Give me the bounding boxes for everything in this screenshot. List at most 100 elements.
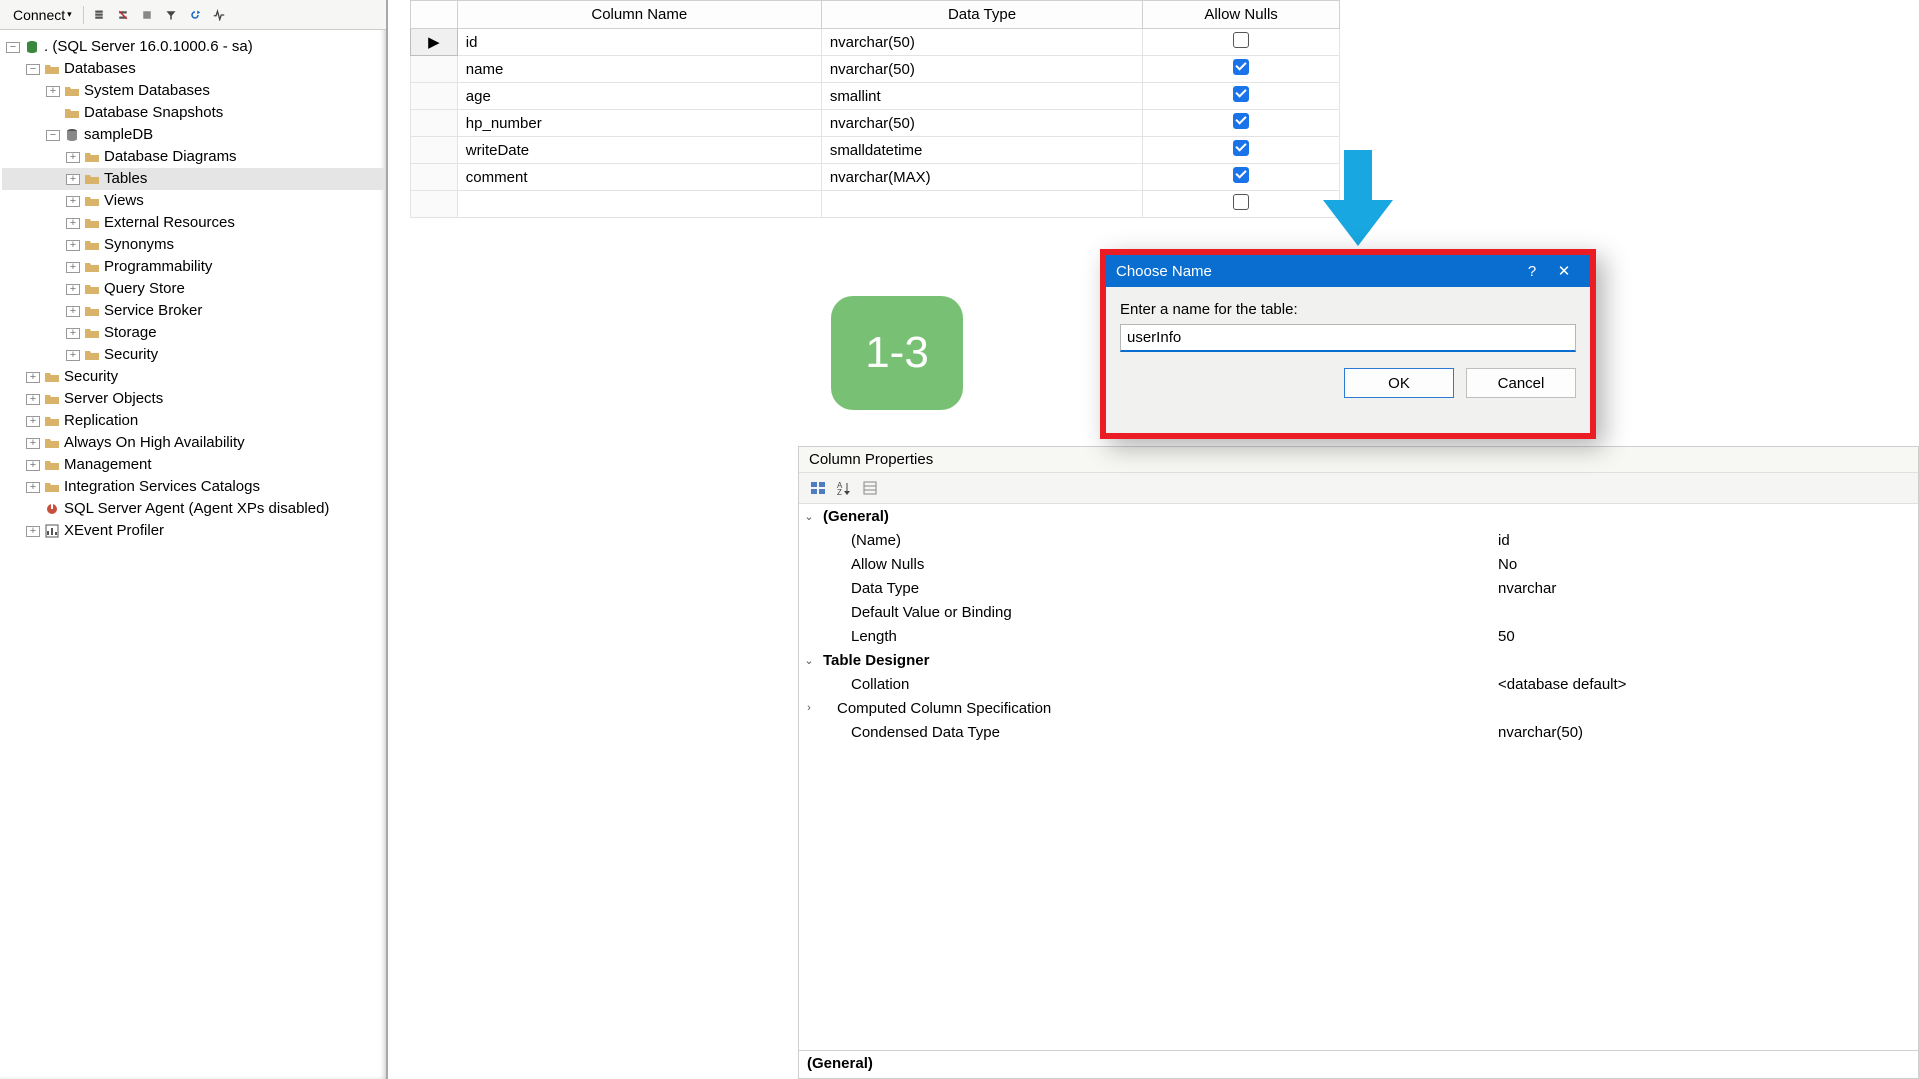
allow-nulls-cell[interactable] — [1143, 164, 1340, 191]
tree-node-service-broker[interactable]: + Service Broker — [2, 300, 384, 322]
expand-icon[interactable]: + — [26, 416, 40, 427]
table-row[interactable]: ▶idnvarchar(50) — [411, 29, 1340, 56]
expand-icon[interactable]: + — [26, 394, 40, 405]
table-name-input[interactable] — [1120, 324, 1576, 352]
row-selector[interactable] — [411, 191, 458, 218]
tree-node-databases[interactable]: − Databases — [2, 58, 384, 80]
allow-nulls-checkbox[interactable] — [1233, 167, 1249, 183]
object-explorer-tree[interactable]: − . (SQL Server 16.0.1000.6 - sa) − Data… — [0, 30, 386, 548]
header-allow-nulls[interactable]: Allow Nulls — [1143, 1, 1340, 29]
prop-data-type-value[interactable]: nvarchar — [1498, 580, 1918, 597]
dialog-titlebar[interactable]: Choose Name ? ✕ — [1106, 255, 1590, 287]
row-selector[interactable]: ▶ — [411, 29, 458, 56]
chevron-down-icon[interactable]: ⌄ — [799, 654, 819, 667]
table-row[interactable]: writeDatesmalldatetime — [411, 137, 1340, 164]
categorized-icon[interactable] — [807, 477, 829, 499]
table-row[interactable]: hp_numbernvarchar(50) — [411, 110, 1340, 137]
prop-condensed-value[interactable]: nvarchar(50) — [1498, 724, 1918, 741]
tree-node-sampledb[interactable]: − sampleDB — [2, 124, 384, 146]
tree-node-replication[interactable]: + Replication — [2, 410, 384, 432]
allow-nulls-cell[interactable] — [1143, 110, 1340, 137]
collapse-icon[interactable]: − — [46, 130, 60, 141]
allow-nulls-checkbox[interactable] — [1233, 140, 1249, 156]
filter-icon[interactable] — [160, 4, 182, 26]
expand-icon[interactable]: + — [66, 196, 80, 207]
table-row-new[interactable] — [411, 191, 1340, 218]
connect-button[interactable]: Connect ▾ — [6, 4, 79, 26]
tree-node-storage[interactable]: + Storage — [2, 322, 384, 344]
expand-icon[interactable]: + — [26, 372, 40, 383]
tree-node-synonyms[interactable]: + Synonyms — [2, 234, 384, 256]
chevron-down-icon[interactable]: ⌄ — [799, 510, 819, 523]
tree-node-server[interactable]: − . (SQL Server 16.0.1000.6 - sa) — [2, 36, 384, 58]
alphabetical-icon[interactable]: AZ — [833, 477, 855, 499]
allow-nulls-checkbox[interactable] — [1233, 86, 1249, 102]
expand-icon[interactable]: + — [26, 482, 40, 493]
data-type-cell[interactable]: nvarchar(50) — [821, 56, 1142, 83]
row-selector[interactable] — [411, 164, 458, 191]
disconnect-server-icon[interactable] — [112, 4, 134, 26]
data-type-cell[interactable] — [821, 191, 1142, 218]
header-data-type[interactable]: Data Type — [821, 1, 1142, 29]
allow-nulls-cell[interactable] — [1143, 83, 1340, 110]
allow-nulls-checkbox[interactable] — [1233, 113, 1249, 129]
column-name-cell[interactable] — [457, 191, 821, 218]
column-name-cell[interactable]: comment — [457, 164, 821, 191]
property-pages-icon[interactable] — [859, 477, 881, 499]
prop-group-general[interactable]: ⌄ (General) — [799, 504, 1918, 528]
tree-node-server-objects[interactable]: + Server Objects — [2, 388, 384, 410]
allow-nulls-cell[interactable] — [1143, 191, 1340, 218]
data-type-cell[interactable]: smalldatetime — [821, 137, 1142, 164]
row-selector[interactable] — [411, 83, 458, 110]
prop-length-value[interactable]: 50 — [1498, 628, 1918, 645]
expand-icon[interactable]: + — [66, 152, 80, 163]
expand-icon[interactable]: + — [66, 306, 80, 317]
collapse-icon[interactable]: − — [26, 64, 40, 75]
ok-button[interactable]: OK — [1344, 368, 1454, 398]
tree-node-query-store[interactable]: + Query Store — [2, 278, 384, 300]
chevron-right-icon[interactable]: › — [799, 702, 819, 714]
column-name-cell[interactable]: name — [457, 56, 821, 83]
column-name-cell[interactable]: hp_number — [457, 110, 821, 137]
expand-icon[interactable]: + — [66, 240, 80, 251]
prop-collation-value[interactable]: <database default> — [1498, 676, 1918, 693]
prop-row-computed[interactable]: › Computed Column Specification — [799, 696, 1918, 720]
row-selector[interactable] — [411, 110, 458, 137]
activity-icon[interactable] — [208, 4, 230, 26]
expand-icon[interactable]: + — [66, 218, 80, 229]
allow-nulls-cell[interactable] — [1143, 137, 1340, 164]
data-type-cell[interactable]: smallint — [821, 83, 1142, 110]
tree-node-isc[interactable]: + Integration Services Catalogs — [2, 476, 384, 498]
expand-icon[interactable]: + — [46, 86, 60, 97]
refresh-icon[interactable] — [184, 4, 206, 26]
allow-nulls-checkbox[interactable] — [1233, 32, 1249, 48]
expand-icon[interactable]: + — [66, 350, 80, 361]
tree-node-external-resources[interactable]: + External Resources — [2, 212, 384, 234]
expand-icon[interactable]: + — [26, 460, 40, 471]
allow-nulls-checkbox[interactable] — [1233, 194, 1249, 210]
allow-nulls-cell[interactable] — [1143, 29, 1340, 56]
tree-node-security-db[interactable]: + Security — [2, 344, 384, 366]
header-column-name[interactable]: Column Name — [457, 1, 821, 29]
cancel-button[interactable]: Cancel — [1466, 368, 1576, 398]
data-type-cell[interactable]: nvarchar(50) — [821, 29, 1142, 56]
tree-node-database-snapshots[interactable]: Database Snapshots — [2, 102, 384, 124]
prop-row-condensed[interactable]: Condensed Data Type nvarchar(50) — [799, 720, 1918, 744]
tree-node-sql-agent[interactable]: SQL Server Agent (Agent XPs disabled) — [2, 498, 384, 520]
prop-row-name[interactable]: (Name) id — [799, 528, 1918, 552]
tree-node-views[interactable]: + Views — [2, 190, 384, 212]
expand-icon[interactable]: + — [66, 284, 80, 295]
columns-design-grid[interactable]: Column Name Data Type Allow Nulls ▶idnva… — [410, 0, 1340, 218]
column-name-cell[interactable]: writeDate — [457, 137, 821, 164]
prop-row-data-type[interactable]: Data Type nvarchar — [799, 576, 1918, 600]
connect-server-icon[interactable] — [88, 4, 110, 26]
row-selector[interactable] — [411, 56, 458, 83]
tree-node-xevent-profiler[interactable]: + XEvent Profiler — [2, 520, 384, 542]
help-icon[interactable]: ? — [1516, 263, 1548, 280]
data-type-cell[interactable]: nvarchar(50) — [821, 110, 1142, 137]
column-name-cell[interactable]: id — [457, 29, 821, 56]
tree-node-database-diagrams[interactable]: + Database Diagrams — [2, 146, 384, 168]
expand-icon[interactable]: + — [26, 438, 40, 449]
tree-node-system-databases[interactable]: + System Databases — [2, 80, 384, 102]
expand-icon[interactable]: + — [66, 328, 80, 339]
